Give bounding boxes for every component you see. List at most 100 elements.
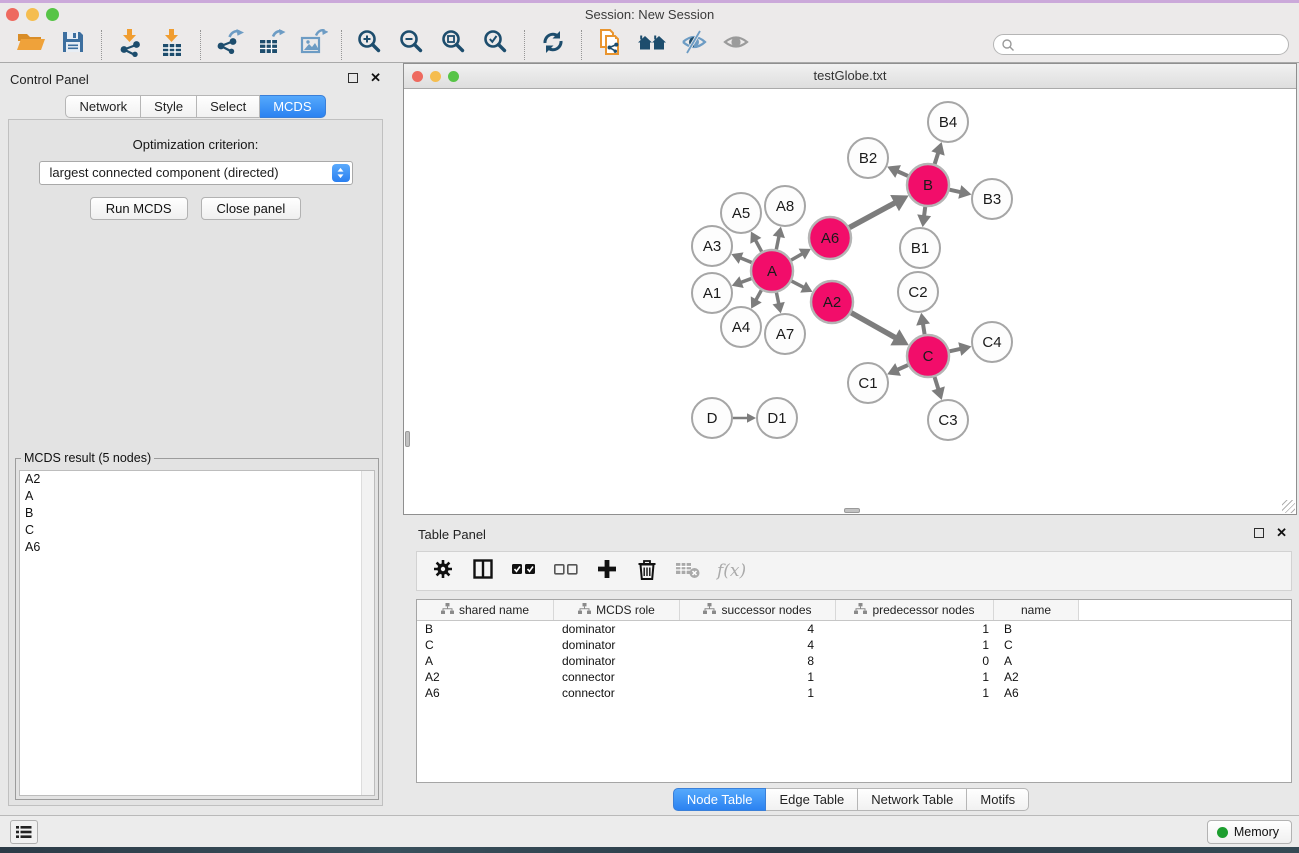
table-cell[interactable]: 1 — [836, 669, 994, 685]
table-cell[interactable]: C — [417, 637, 554, 653]
edge-A2-C[interactable] — [851, 313, 909, 346]
graph-node-A[interactable]: A — [751, 250, 793, 292]
table-row[interactable]: Bdominator41B — [417, 621, 1291, 637]
zoom-window-button[interactable] — [46, 8, 59, 21]
edge-B-B4[interactable] — [931, 142, 944, 164]
graph-node-A8[interactable]: A8 — [765, 186, 805, 226]
tab-select[interactable]: Select — [197, 95, 260, 118]
task-history-button[interactable] — [10, 820, 38, 844]
add-button[interactable] — [595, 558, 619, 584]
table-cell[interactable]: A6 — [417, 685, 554, 701]
graph-node-D[interactable]: D — [692, 398, 732, 438]
save-button[interactable] — [52, 29, 94, 61]
column-header-name[interactable]: name — [994, 600, 1079, 620]
edge-A-A8[interactable] — [773, 227, 785, 250]
table-row[interactable]: A6connector11A6 — [417, 685, 1291, 701]
column-header-predecessor-nodes[interactable]: predecessor nodes — [836, 600, 994, 620]
table-cell[interactable]: 1 — [680, 685, 836, 701]
mcds-result-item[interactable]: B — [20, 505, 374, 522]
zoom-selected-button[interactable] — [475, 29, 517, 61]
import-network-button[interactable] — [109, 29, 151, 61]
close-table-panel-icon[interactable]: ✕ — [1276, 528, 1287, 538]
edge-A-A4[interactable] — [751, 290, 762, 308]
table-cell[interactable]: 4 — [680, 621, 836, 637]
table-tab-node-table[interactable]: Node Table — [673, 788, 767, 811]
show-graphics-button[interactable] — [715, 29, 757, 61]
graph-node-A4[interactable]: A4 — [721, 307, 761, 347]
zoom-network-button[interactable] — [448, 71, 459, 82]
table-cell[interactable]: 1 — [680, 669, 836, 685]
gear-button[interactable] — [431, 558, 455, 584]
table-row[interactable]: Cdominator41C — [417, 637, 1291, 653]
tab-mcds[interactable]: MCDS — [260, 95, 325, 118]
table-cell[interactable]: connector — [554, 669, 680, 685]
edge-A-A6[interactable] — [791, 249, 811, 260]
table-cell[interactable]: A — [417, 653, 554, 669]
copy-network-button[interactable] — [589, 29, 631, 61]
hide-graphics-button[interactable] — [673, 29, 715, 61]
graph-node-A1[interactable]: A1 — [692, 273, 732, 313]
mcds-result-item[interactable]: A6 — [20, 539, 374, 556]
close-network-button[interactable] — [412, 71, 423, 82]
minimize-network-button[interactable] — [430, 71, 441, 82]
unselect-all-button[interactable] — [553, 558, 579, 584]
delete-table-button[interactable] — [675, 558, 701, 584]
zoom-in-button[interactable] — [349, 29, 391, 61]
graph-node-B1[interactable]: B1 — [900, 228, 940, 268]
table-cell[interactable]: 4 — [680, 637, 836, 653]
edge-A-A3[interactable] — [731, 252, 751, 264]
zoom-fit-button[interactable] — [433, 29, 475, 61]
import-table-button[interactable] — [151, 29, 193, 61]
table-cell[interactable]: C — [994, 637, 1079, 653]
edge-C-C1[interactable] — [887, 363, 908, 376]
graph-node-C4[interactable]: C4 — [972, 322, 1012, 362]
resize-grip-icon[interactable] — [1282, 500, 1295, 513]
select-all-button[interactable] — [511, 558, 537, 584]
graph-node-C3[interactable]: C3 — [928, 400, 968, 440]
edge-B-B1[interactable] — [917, 207, 931, 227]
table-cell[interactable]: 1 — [836, 685, 994, 701]
fx-button[interactable]: f(x) — [717, 558, 746, 584]
table-cell[interactable]: B — [417, 621, 554, 637]
column-header-MCDS-role[interactable]: MCDS role — [554, 600, 680, 620]
table-cell[interactable]: dominator — [554, 621, 680, 637]
graph-node-D1[interactable]: D1 — [757, 398, 797, 438]
graph-node-B[interactable]: B — [907, 164, 949, 206]
table-cell[interactable]: A6 — [994, 685, 1079, 701]
network-canvas[interactable]: B4B2BB3A8A5A6A3B1AC2A1A2A4A7C4CC1DD1C3 — [404, 89, 1296, 514]
close-window-button[interactable] — [6, 8, 19, 21]
table-cell[interactable]: B — [994, 621, 1079, 637]
tab-style[interactable]: Style — [141, 95, 197, 118]
float-table-panel-icon[interactable] — [1254, 528, 1264, 538]
graph-node-A3[interactable]: A3 — [692, 226, 732, 266]
edge-C-C3[interactable] — [931, 377, 944, 400]
edge-B-B2[interactable] — [887, 165, 908, 178]
close-panel-button[interactable]: Close panel — [201, 197, 302, 220]
edge-C-C4[interactable] — [949, 342, 971, 356]
table-cell[interactable]: A — [994, 653, 1079, 669]
table-cell[interactable]: A2 — [994, 669, 1079, 685]
graph-node-A5[interactable]: A5 — [721, 193, 761, 233]
graph-node-A7[interactable]: A7 — [765, 314, 805, 354]
table-cell[interactable]: 8 — [680, 653, 836, 669]
mcds-result-item[interactable]: A2 — [20, 471, 374, 488]
close-panel-icon[interactable]: ✕ — [370, 73, 381, 83]
column-header-shared-name[interactable]: shared name — [417, 600, 554, 620]
table-cell[interactable]: 1 — [836, 621, 994, 637]
table-cell[interactable]: A2 — [417, 669, 554, 685]
search-input[interactable] — [993, 34, 1289, 55]
graph-node-B3[interactable]: B3 — [972, 179, 1012, 219]
mcds-result-item[interactable]: C — [20, 522, 374, 539]
table-cell[interactable]: dominator — [554, 653, 680, 669]
columns-button[interactable] — [471, 558, 495, 584]
graph-node-A6[interactable]: A6 — [809, 217, 851, 259]
edge-B-B3[interactable] — [949, 185, 971, 199]
criterion-dropdown[interactable]: largest connected component (directed) — [39, 161, 353, 185]
vertical-scroll-thumb[interactable] — [405, 431, 410, 447]
result-scrollbar[interactable] — [361, 471, 374, 795]
table-row[interactable]: A2connector11A2 — [417, 669, 1291, 685]
table-cell[interactable]: dominator — [554, 637, 680, 653]
tab-network[interactable]: Network — [65, 95, 141, 118]
graph-node-A2[interactable]: A2 — [811, 281, 853, 323]
edge-C-C2[interactable] — [916, 313, 930, 335]
